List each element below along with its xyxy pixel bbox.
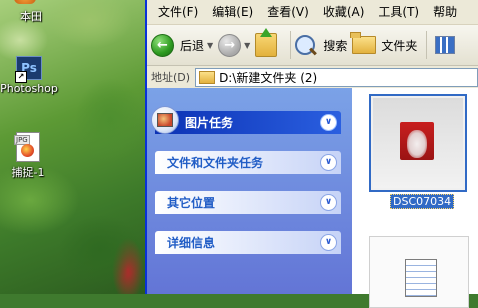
shortcut-arrow-icon: ↗ bbox=[15, 71, 27, 83]
pane-group-file-folder-tasks[interactable]: 文件和文件夹任务 ∨ bbox=[155, 151, 341, 174]
task-pane: 图片任务 ∨ 文件和文件夹任务 ∨ 其它位置 ∨ 详细信息 ∨ bbox=[147, 88, 352, 294]
back-button[interactable]: ← 后退 ▼ bbox=[151, 33, 213, 57]
forward-button[interactable]: → ▼ bbox=[218, 33, 250, 57]
menu-file[interactable]: 文件(F) bbox=[151, 0, 205, 24]
toolbar: ← 后退 ▼ → ▼ 搜索 文件夹 bbox=[147, 25, 478, 66]
views-icon bbox=[435, 36, 456, 54]
pane-group-title: 文件和文件夹任务 bbox=[167, 156, 264, 170]
back-label: 后退 bbox=[180, 38, 205, 53]
explorer-window: 文件(F) 编辑(E) 查看(V) 收藏(A) 工具(T) 帮助 ← 后退 ▼ … bbox=[145, 0, 478, 308]
address-field[interactable]: D:\新建文件夹 (2) bbox=[195, 67, 478, 87]
search-button[interactable]: 搜索 bbox=[295, 35, 347, 55]
menu-tools[interactable]: 工具(T) bbox=[371, 0, 426, 24]
picture-tasks-icon bbox=[151, 106, 179, 134]
chevron-down-icon[interactable]: ∨ bbox=[320, 234, 337, 251]
photo-highlight bbox=[407, 130, 427, 158]
explorer-content: 图片任务 ∨ 文件和文件夹任务 ∨ 其它位置 ∨ 详细信息 ∨ DSC07034 bbox=[147, 88, 478, 308]
menu-help[interactable]: 帮助 bbox=[426, 0, 464, 24]
file-thumbnail[interactable] bbox=[369, 236, 469, 308]
menu-edit[interactable]: 编辑(E) bbox=[205, 0, 260, 24]
toolbar-separator bbox=[426, 31, 428, 59]
chevron-down-icon[interactable]: ∨ bbox=[320, 194, 337, 211]
desktop-icon-honda[interactable]: 本田 bbox=[0, 0, 66, 24]
forward-arrow-icon: → bbox=[218, 33, 242, 57]
desktop-icon-photoshop[interactable]: Ps ↗ Photoshop bbox=[0, 56, 64, 95]
address-path: D:\新建文件夹 (2) bbox=[219, 70, 318, 85]
desktop-icon-label: Photoshop bbox=[0, 82, 58, 95]
photo-thumbnail bbox=[373, 98, 463, 188]
picture-icon bbox=[157, 113, 173, 127]
desktop-icon-capture[interactable]: JPG 捕捉-1 bbox=[0, 132, 63, 180]
pane-group-other-places[interactable]: 其它位置 ∨ bbox=[155, 191, 341, 214]
back-arrow-icon: ← bbox=[151, 33, 174, 57]
file-pane: DSC07034 bbox=[352, 88, 478, 308]
pane-group-title: 其它位置 bbox=[167, 196, 216, 210]
desktop-background: 本田 Ps ↗ Photoshop JPG 捕捉-1 bbox=[0, 0, 145, 294]
file-name-label[interactable]: DSC07034 bbox=[390, 194, 455, 209]
desktop-icon-label: 本田 bbox=[20, 10, 42, 23]
image-swirl-icon bbox=[21, 144, 34, 157]
pane-group-title: 详细信息 bbox=[167, 236, 216, 250]
pane-group-title: 图片任务 bbox=[185, 116, 234, 130]
search-label: 搜索 bbox=[323, 38, 348, 53]
desktop-icon-label: 捕捉-1 bbox=[11, 166, 45, 179]
folders-label: 文件夹 bbox=[381, 38, 418, 53]
chevron-down-icon[interactable]: ▼ bbox=[207, 41, 213, 50]
views-button[interactable] bbox=[431, 36, 456, 54]
folder-up-icon bbox=[255, 28, 278, 57]
chevron-down-icon[interactable]: ∨ bbox=[320, 114, 337, 131]
folders-button[interactable]: 文件夹 bbox=[350, 32, 418, 54]
menu-view[interactable]: 查看(V) bbox=[260, 0, 316, 24]
chevron-down-icon[interactable]: ∨ bbox=[320, 154, 337, 171]
address-bar: 地址(D) D:\新建文件夹 (2) bbox=[147, 66, 478, 89]
file-thumbnail-selected[interactable] bbox=[369, 94, 467, 192]
folder-icon bbox=[199, 70, 216, 84]
address-label: 地址(D) bbox=[151, 71, 191, 84]
pane-group-details[interactable]: 详细信息 ∨ bbox=[155, 231, 341, 254]
search-icon bbox=[295, 35, 316, 55]
menu-bar: 文件(F) 编辑(E) 查看(V) 收藏(A) 工具(T) 帮助 bbox=[147, 0, 478, 25]
folders-icon bbox=[350, 32, 377, 54]
document-icon bbox=[405, 259, 437, 297]
toolbar-separator bbox=[290, 31, 292, 59]
honda-icon bbox=[14, 0, 36, 4]
jpg-file-icon: JPG bbox=[14, 132, 40, 162]
menu-favorites[interactable]: 收藏(A) bbox=[316, 0, 372, 24]
pane-group-picture-tasks[interactable]: 图片任务 ∨ bbox=[151, 106, 341, 134]
photoshop-icon: Ps ↗ bbox=[15, 56, 42, 83]
chevron-down-icon[interactable]: ▼ bbox=[244, 41, 250, 50]
up-folder-button[interactable] bbox=[255, 28, 281, 57]
